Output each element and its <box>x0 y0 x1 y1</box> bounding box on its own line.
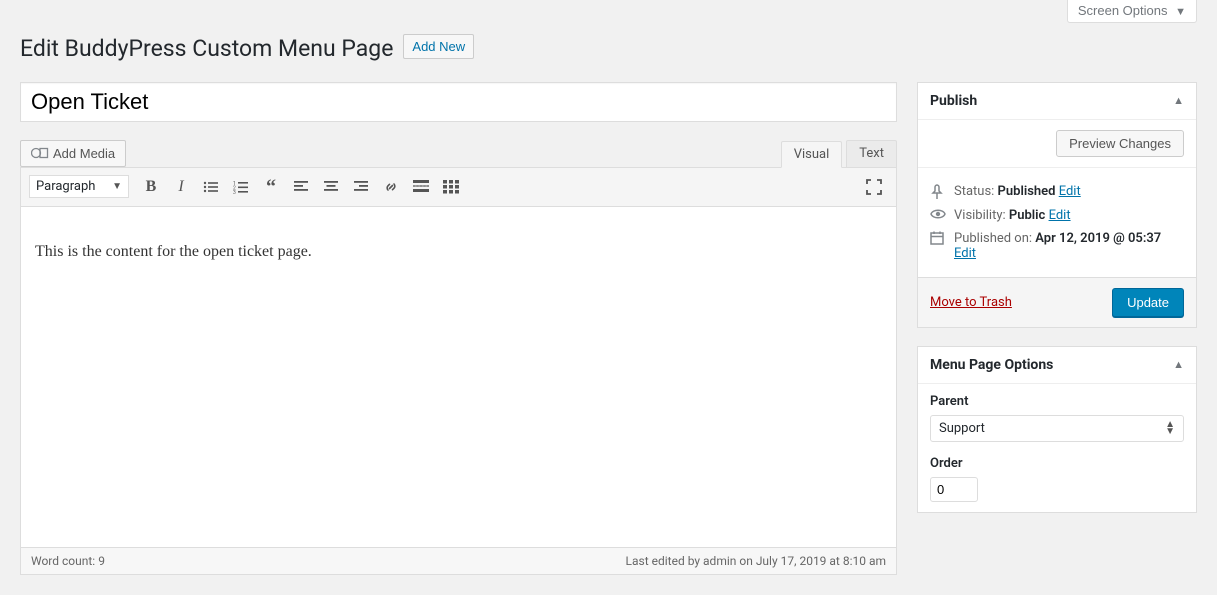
media-icon <box>31 146 49 160</box>
format-select[interactable]: Paragraph ▼ <box>29 175 129 198</box>
align-right-icon[interactable] <box>347 173 375 201</box>
last-edited: Last edited by admin on July 17, 2019 at… <box>626 554 886 568</box>
order-input[interactable] <box>930 477 978 502</box>
order-label: Order <box>930 456 1184 471</box>
word-count: Word count: 9 <box>31 554 105 568</box>
post-title-input[interactable] <box>20 82 897 122</box>
visibility-text: Visibility: Public Edit <box>954 208 1071 223</box>
add-new-button[interactable]: Add New <box>403 34 474 59</box>
edit-visibility-link[interactable]: Edit <box>1049 208 1071 223</box>
update-button[interactable]: Update <box>1112 288 1184 317</box>
calendar-icon <box>930 231 946 245</box>
parent-select[interactable]: Support ▲▼ <box>930 415 1184 442</box>
align-left-icon[interactable] <box>287 173 315 201</box>
edit-status-link[interactable]: Edit <box>1059 184 1081 199</box>
caret-down-icon: ▼ <box>1175 6 1186 18</box>
svg-text:3: 3 <box>233 190 236 194</box>
screen-options-button[interactable]: Screen Options ▼ <box>1067 0 1197 23</box>
page-title: Edit BuddyPress Custom Menu Page <box>20 25 393 68</box>
publish-box: Publish ▲ Preview Changes Status: Publis… <box>917 82 1197 328</box>
publish-box-title: Publish <box>930 93 977 109</box>
toolbar-toggle-icon[interactable] <box>437 173 465 201</box>
fullscreen-icon[interactable] <box>860 173 888 201</box>
read-more-icon[interactable] <box>407 173 435 201</box>
published-text: Published on: Apr 12, 2019 @ 05:37Edit <box>954 231 1161 261</box>
editor-content[interactable]: This is the content for the open ticket … <box>21 207 896 547</box>
blockquote-icon[interactable]: “ <box>257 173 285 201</box>
pin-icon <box>930 184 946 200</box>
tab-text[interactable]: Text <box>846 140 897 167</box>
parent-label: Parent <box>930 394 1184 409</box>
edit-date-link[interactable]: Edit <box>954 246 976 261</box>
collapse-icon: ▲ <box>1173 94 1184 107</box>
bullet-list-icon[interactable] <box>197 173 225 201</box>
editor-toolbar: Paragraph ▼ B I 123 “ <box>21 168 896 207</box>
add-media-button[interactable]: Add Media <box>20 140 126 167</box>
menu-page-options-box: Menu Page Options ▲ Parent Support ▲▼ Or… <box>917 346 1197 513</box>
options-box-title: Menu Page Options <box>930 357 1053 373</box>
editor-status-bar: Word count: 9 Last edited by admin on Ju… <box>20 547 897 575</box>
numbered-list-icon[interactable]: 123 <box>227 173 255 201</box>
bold-icon[interactable]: B <box>137 173 165 201</box>
add-media-label: Add Media <box>53 146 115 161</box>
format-label: Paragraph <box>36 179 95 194</box>
content-paragraph: This is the content for the open ticket … <box>35 243 882 261</box>
select-arrows-icon: ▲▼ <box>1165 421 1175 435</box>
tab-visual[interactable]: Visual <box>781 141 843 168</box>
italic-icon[interactable]: I <box>167 173 195 201</box>
screen-options-label: Screen Options <box>1078 3 1168 18</box>
link-icon[interactable] <box>377 173 405 201</box>
caret-down-icon: ▼ <box>112 181 122 192</box>
publish-box-header[interactable]: Publish ▲ <box>918 83 1196 120</box>
status-text: Status: Published Edit <box>954 184 1081 199</box>
collapse-icon: ▲ <box>1173 358 1184 371</box>
align-center-icon[interactable] <box>317 173 345 201</box>
parent-value: Support <box>939 421 985 436</box>
options-box-header[interactable]: Menu Page Options ▲ <box>918 347 1196 384</box>
preview-changes-button[interactable]: Preview Changes <box>1056 130 1184 157</box>
move-to-trash-link[interactable]: Move to Trash <box>930 295 1012 310</box>
visibility-icon <box>930 208 946 220</box>
